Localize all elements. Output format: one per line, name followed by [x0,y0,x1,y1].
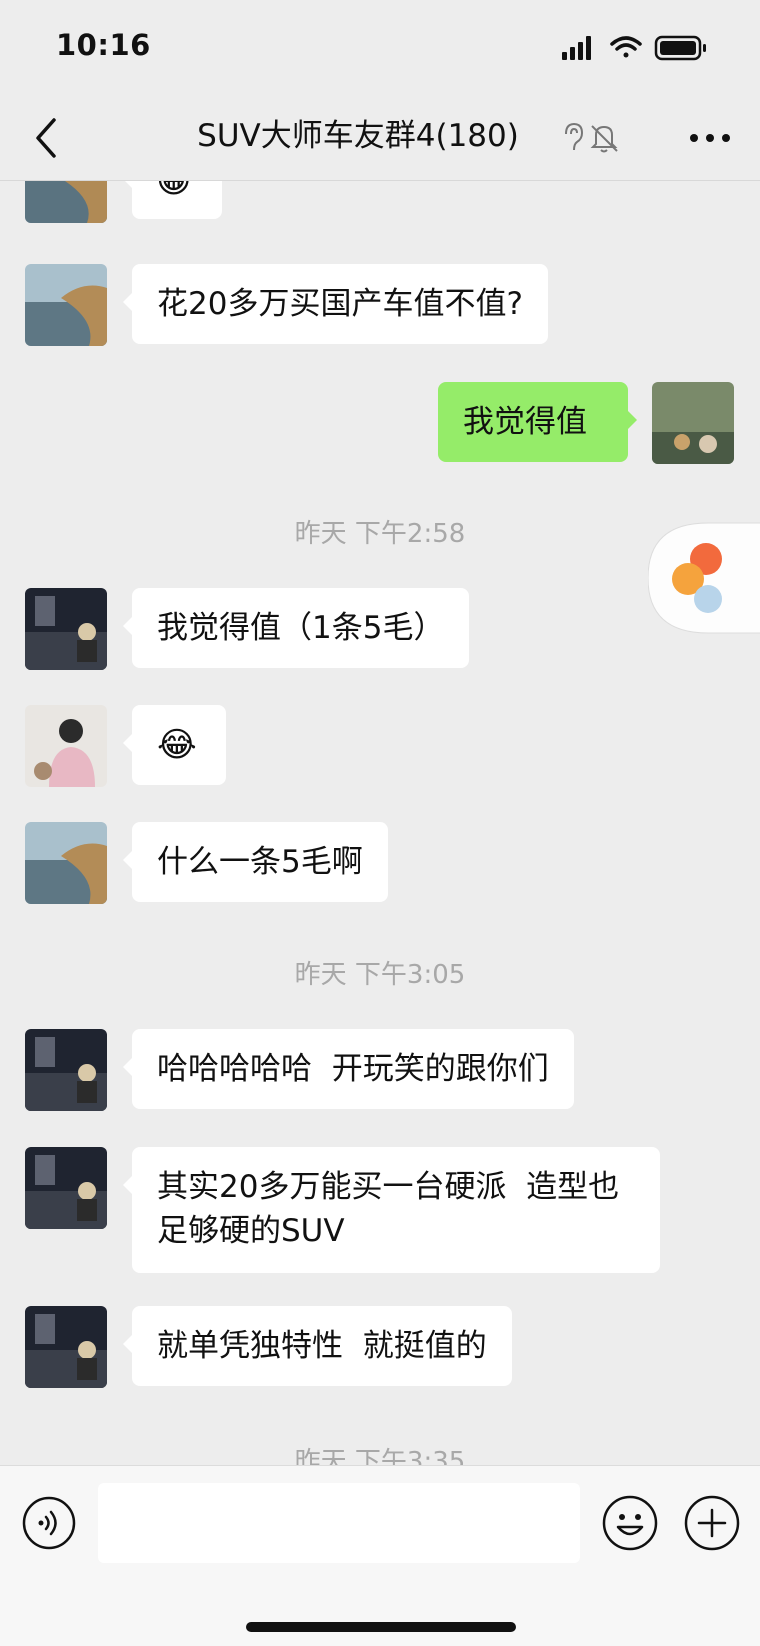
chat-header: SUV大师车友群4(180) [0,96,760,181]
title-status-icons [565,122,618,153]
plus-icon[interactable] [684,1495,740,1551]
message-item: 😂 [0,705,760,805]
message-item: 什么一条5毛啊 [0,822,760,922]
wifi-icon [610,36,642,58]
voice-icon[interactable] [22,1496,76,1550]
message-item: 其实20多万能买一台硬派 造型也足够硬的SUV [0,1147,760,1287]
message-item: 😁 [0,181,760,241]
message-bubble[interactable]: 我觉得值（1条5毛） [122,588,470,668]
message-bubble[interactable]: 什么一条5毛啊 [123,822,388,902]
more-icon[interactable] [686,118,734,158]
message-bubble[interactable]: 😁 [123,181,222,219]
avatar[interactable] [25,1029,107,1111]
mute-icon [590,125,618,153]
timestamp: 昨天 下午2:58 [294,519,466,549]
avatar[interactable] [25,705,107,787]
message-input[interactable] [98,1483,580,1563]
status-icons [562,35,706,61]
avatar[interactable] [25,588,107,670]
signal-icon [562,36,591,60]
message-item: 花20多万买国产车值不值? [0,264,760,364]
message-bubble[interactable]: 其实20多万能买一台硬派 造型也足够硬的SUV [123,1147,660,1273]
earpiece-icon [565,122,584,151]
status-bar: 10:16 [0,0,760,96]
message-bubble[interactable]: 就单凭独特性 就挺值的 [123,1306,512,1386]
avatar[interactable] [25,1147,107,1229]
battery-icon [654,35,706,61]
message-item: 就单凭独特性 就挺值的 [0,1306,760,1406]
message-item: 哈哈哈哈哈 开玩笑的跟你们 [0,1029,760,1129]
avatar-self[interactable] [652,382,734,464]
message-list[interactable]: 😁 花20多万买国产车值不值? 我觉得值 昨天 下午2:58 我觉得值（1条5毛… [0,181,760,1465]
input-bar [0,1465,760,1646]
chat-title: SUV大师车友群4(180) [197,118,519,154]
timestamp: 昨天 下午3:35 [294,1447,466,1465]
avatar[interactable] [25,264,107,346]
avatar[interactable] [25,181,107,223]
avatar[interactable] [25,1306,107,1388]
message-bubble[interactable]: 哈哈哈哈哈 开玩笑的跟你们 [123,1029,574,1109]
message-item: 我觉得值 [0,382,760,482]
message-bubble[interactable]: 😂 [123,705,226,785]
timestamp: 昨天 下午3:05 [294,960,466,990]
emoji-icon[interactable] [602,1495,658,1551]
message-bubble[interactable]: 花20多万买国产车值不值? [123,264,548,344]
avatar[interactable] [25,822,107,904]
home-indicator [246,1622,516,1632]
message-bubble-self[interactable]: 我觉得值 [438,382,637,462]
status-time: 10:16 [56,28,151,62]
message-item: 我觉得值（1条5毛） [0,588,760,688]
